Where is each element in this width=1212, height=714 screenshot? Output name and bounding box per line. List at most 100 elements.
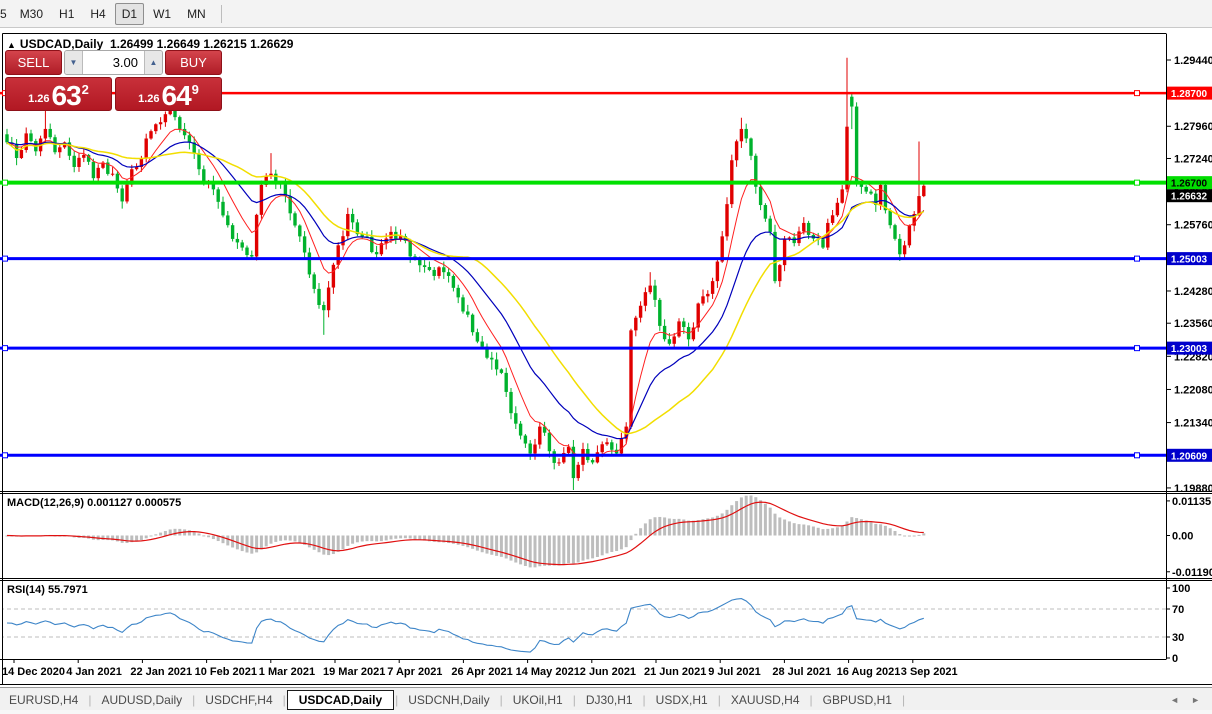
chart-tab-dj30[interactable]: DJ30,H1 bbox=[577, 691, 642, 709]
sell-button[interactable]: SELL bbox=[5, 50, 62, 75]
chart-tab-usdcnh[interactable]: USDCNH,Daily bbox=[399, 691, 498, 709]
timeframe-button-m30[interactable]: M30 bbox=[13, 3, 50, 25]
chart-tab-xauusd[interactable]: XAUUSD,H4 bbox=[722, 691, 809, 709]
volume-input[interactable] bbox=[83, 51, 144, 74]
candle-body bbox=[639, 306, 642, 318]
candle-body bbox=[879, 185, 882, 205]
volume-increase-button[interactable]: ▲ bbox=[144, 51, 162, 74]
candle-body bbox=[649, 286, 652, 293]
bottom-strip bbox=[0, 710, 1212, 714]
candle-body bbox=[303, 236, 306, 252]
svg-text:1.19880: 1.19880 bbox=[1174, 483, 1212, 495]
chart-ohlc-values: 1.26499 1.26649 1.26215 1.26629 bbox=[110, 37, 294, 51]
timeframe-button-5[interactable]: 5 bbox=[0, 3, 11, 25]
candle-body bbox=[121, 188, 124, 201]
candle-body bbox=[740, 129, 743, 141]
buy-button[interactable]: BUY bbox=[165, 50, 222, 75]
candle-body bbox=[236, 239, 239, 242]
chart-tab-bar: EURUSD,H4|AUDUSD,Daily|USDCHF,H4|USDCAD,… bbox=[0, 687, 1212, 711]
buy-price-pips: 64 bbox=[162, 83, 191, 109]
candle-body bbox=[217, 189, 220, 201]
svg-text:1.27240: 1.27240 bbox=[1174, 153, 1212, 165]
chart-tab-usdx[interactable]: USDX,H1 bbox=[647, 691, 717, 709]
candle-body bbox=[505, 373, 508, 392]
candle-body bbox=[658, 300, 661, 326]
candle-body bbox=[5, 134, 8, 142]
ma-mid-line bbox=[7, 142, 924, 439]
volume-decrease-button[interactable]: ▼ bbox=[65, 51, 83, 74]
candle-body bbox=[620, 439, 623, 454]
rsi-line bbox=[7, 599, 924, 653]
svg-text:19 Mar 2021: 19 Mar 2021 bbox=[323, 666, 385, 678]
chart-tab-audusd[interactable]: AUDUSD,Daily bbox=[92, 691, 191, 709]
svg-text:9 Jul 2021: 9 Jul 2021 bbox=[708, 666, 761, 678]
chart-tab-gbpusd[interactable]: GBPUSD,H1 bbox=[814, 691, 901, 709]
candle-body bbox=[159, 122, 162, 124]
candle-body bbox=[58, 147, 61, 152]
svg-text:30: 30 bbox=[1172, 632, 1184, 644]
level-line-handle bbox=[3, 180, 8, 185]
candle-body bbox=[173, 111, 176, 117]
candle-body bbox=[793, 237, 796, 243]
candle-body bbox=[466, 311, 469, 314]
candle-body bbox=[845, 127, 848, 190]
buy-price-display[interactable]: 1.26 64 9 bbox=[115, 77, 222, 111]
tab-scroll-left-icon[interactable]: ◄ bbox=[1170, 695, 1179, 705]
candle-body bbox=[149, 131, 152, 138]
candles-layer bbox=[5, 58, 925, 494]
candle-body bbox=[889, 210, 892, 225]
svg-text:1.25760: 1.25760 bbox=[1174, 220, 1212, 232]
candle-body bbox=[764, 205, 767, 219]
tab-scroll-right-icon[interactable]: ► bbox=[1191, 695, 1200, 705]
candle-body bbox=[490, 358, 493, 360]
candle-body bbox=[351, 214, 354, 222]
timeframe-button-h4[interactable]: H4 bbox=[83, 3, 112, 25]
candle-body bbox=[461, 297, 464, 311]
svg-text:1 Mar 2021: 1 Mar 2021 bbox=[259, 666, 315, 678]
chart-tab-eurusd[interactable]: EURUSD,H4 bbox=[0, 691, 87, 709]
candle-body bbox=[164, 114, 167, 122]
candle-body bbox=[788, 237, 791, 238]
candle-body bbox=[77, 158, 80, 167]
chart-tab-usdchf[interactable]: USDCHF,H4 bbox=[196, 691, 281, 709]
candle-body bbox=[898, 239, 901, 254]
candle-body bbox=[653, 286, 656, 300]
level-lines[interactable] bbox=[0, 91, 1166, 458]
svg-text:26 Apr 2021: 26 Apr 2021 bbox=[451, 666, 512, 678]
date-axis-labels: 14 Dec 20204 Jan 202122 Jan 202110 Feb 2… bbox=[2, 660, 958, 678]
candle-body bbox=[591, 460, 594, 462]
chart-tab-ukoil[interactable]: UKOil,H1 bbox=[504, 691, 572, 709]
candle-body bbox=[231, 225, 234, 239]
candle-body bbox=[293, 213, 296, 225]
svg-text:1.21340: 1.21340 bbox=[1174, 418, 1212, 430]
candle-body bbox=[178, 117, 181, 129]
timeframe-button-d1[interactable]: D1 bbox=[115, 3, 144, 25]
timeframe-button-h1[interactable]: H1 bbox=[52, 3, 81, 25]
candle-body bbox=[533, 445, 536, 454]
chart-tab-usdcad[interactable]: USDCAD,Daily bbox=[287, 690, 394, 710]
candle-body bbox=[346, 214, 349, 236]
candle-body bbox=[903, 245, 906, 254]
sell-price-display[interactable]: 1.26 63 2 bbox=[5, 77, 112, 111]
candle-body bbox=[514, 413, 517, 424]
candle-body bbox=[82, 155, 85, 158]
candle-body bbox=[20, 150, 23, 158]
candle-body bbox=[437, 267, 440, 276]
timeframe-button-mn[interactable]: MN bbox=[180, 3, 213, 25]
candle-body bbox=[428, 267, 431, 270]
timeframe-toolbar: 5M30H1H4D1W1MN bbox=[0, 0, 1212, 28]
svg-text:21 Jun 2021: 21 Jun 2021 bbox=[644, 666, 706, 678]
price-axis-labels: 1.294401.279601.272401.265001.257601.242… bbox=[1166, 55, 1212, 665]
candle-body bbox=[577, 465, 580, 478]
candle-body bbox=[221, 202, 224, 216]
candle-body bbox=[797, 231, 800, 243]
timeframe-button-w1[interactable]: W1 bbox=[146, 3, 178, 25]
candle-body bbox=[538, 427, 541, 445]
candle-body bbox=[327, 288, 330, 311]
candle-body bbox=[44, 129, 47, 139]
candle-body bbox=[644, 292, 647, 306]
candle-body bbox=[125, 185, 128, 202]
candle-body bbox=[821, 239, 824, 247]
candle-body bbox=[778, 265, 781, 281]
candle-body bbox=[773, 232, 776, 281]
